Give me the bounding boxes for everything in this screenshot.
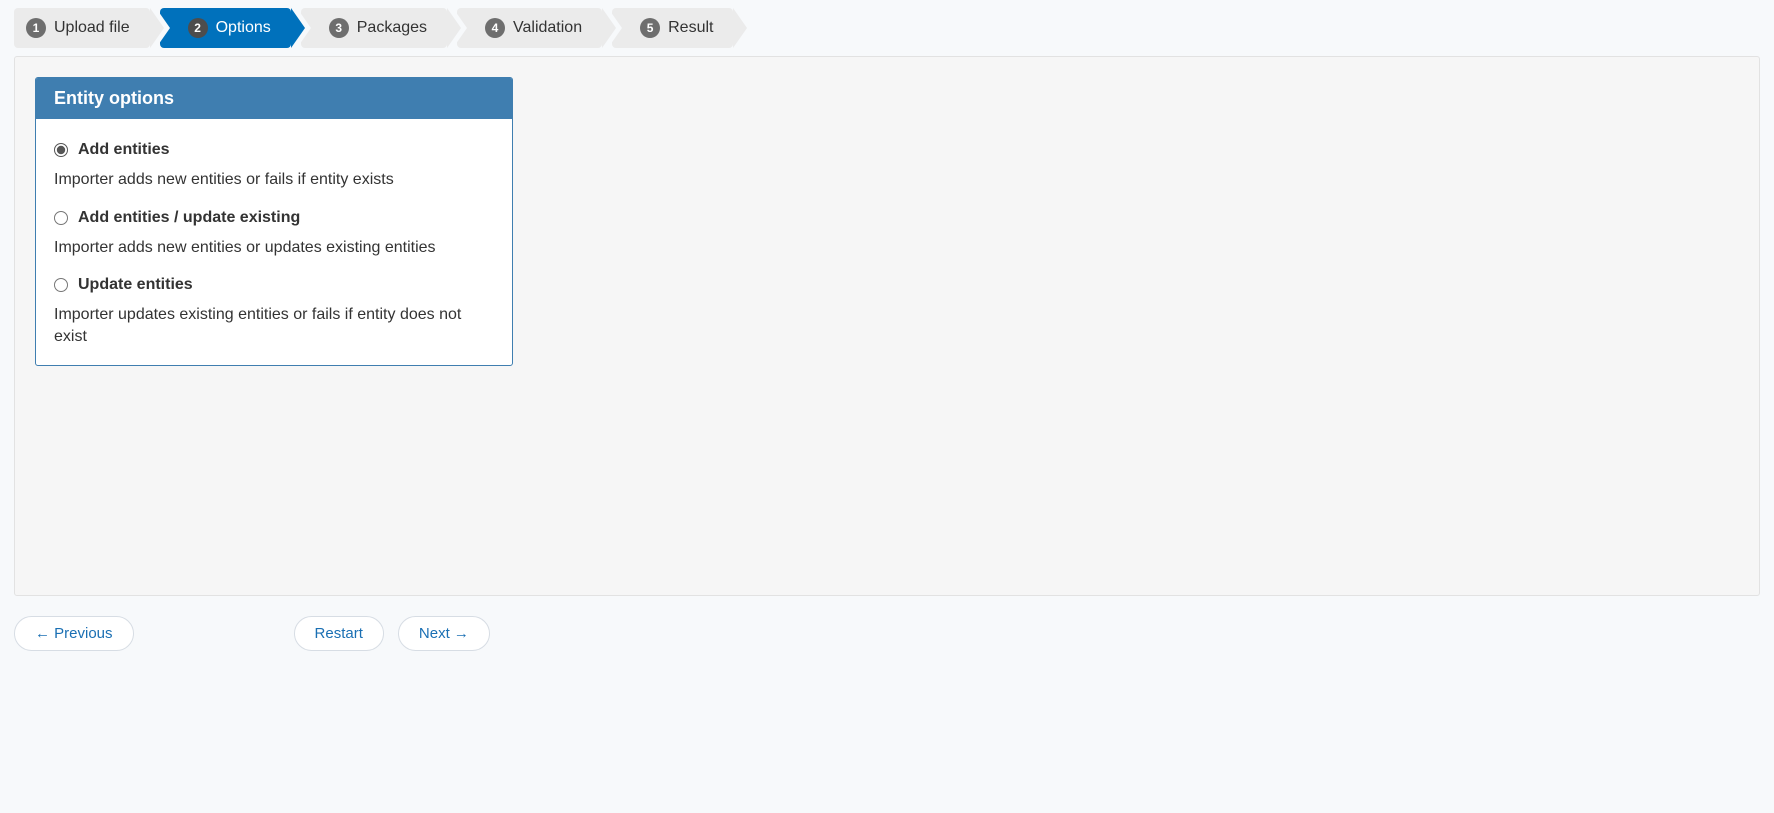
step-label: Result — [668, 19, 713, 37]
option-update-entities[interactable]: Update entities — [54, 276, 494, 294]
step-options[interactable]: 2 Options — [160, 8, 291, 48]
step-validation[interactable]: 4 Validation — [457, 8, 602, 48]
radio-description: Importer adds new entities or fails if e… — [54, 169, 494, 191]
step-label: Options — [216, 19, 271, 37]
option-add-entities[interactable]: Add entities — [54, 141, 494, 159]
option-add-update-entities[interactable]: Add entities / update existing — [54, 209, 494, 227]
radio-label: Update entities — [78, 276, 193, 294]
wizard-footer: ← Previous Restart Next → — [14, 616, 1760, 651]
step-result[interactable]: 5 Result — [612, 8, 733, 48]
previous-button[interactable]: ← Previous — [14, 616, 134, 651]
radio-add-entities[interactable] — [54, 143, 68, 157]
main-panel: Entity options Add entities Importer add… — [14, 56, 1760, 596]
radio-label: Add entities — [78, 141, 170, 159]
radio-update-entities[interactable] — [54, 278, 68, 292]
restart-button[interactable]: Restart — [294, 616, 384, 651]
radio-label: Add entities / update existing — [78, 209, 300, 227]
radio-add-update-entities[interactable] — [54, 211, 68, 225]
step-label: Validation — [513, 19, 582, 37]
step-label: Upload file — [54, 19, 130, 37]
step-number: 1 — [26, 18, 46, 38]
step-number: 4 — [485, 18, 505, 38]
step-number: 3 — [329, 18, 349, 38]
step-number: 5 — [640, 18, 660, 38]
wizard-steps: 1 Upload file 2 Options 3 Packages 4 Val… — [14, 8, 1760, 48]
step-number: 2 — [188, 18, 208, 38]
radio-description: Importer adds new entities or updates ex… — [54, 237, 494, 259]
step-packages[interactable]: 3 Packages — [301, 8, 447, 48]
next-button[interactable]: Next → — [398, 616, 490, 651]
entity-options-card: Entity options Add entities Importer add… — [35, 77, 513, 366]
step-upload-file[interactable]: 1 Upload file — [14, 8, 150, 48]
card-title: Entity options — [36, 78, 512, 119]
radio-description: Importer updates existing entities or fa… — [54, 304, 494, 347]
step-label: Packages — [357, 19, 427, 37]
